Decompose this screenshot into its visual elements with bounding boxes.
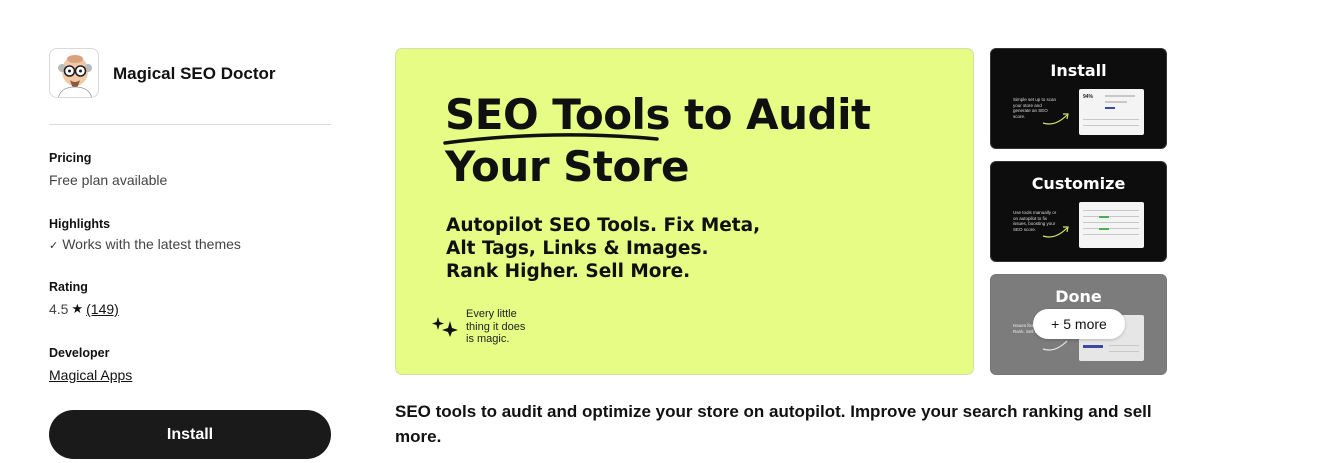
- hero-image[interactable]: SEO Tools to Audit Your Store Autopilot …: [395, 48, 974, 375]
- app-logo: [49, 48, 99, 98]
- arrow-icon: [1042, 226, 1069, 238]
- arrow-icon: [1042, 340, 1068, 351]
- hero-title-rest: to Audit: [669, 90, 871, 139]
- thumbnail-customize[interactable]: Customize Use tools manually or on autop…: [990, 161, 1167, 262]
- thumbnail-preview: [1079, 202, 1144, 248]
- sparkle-icon: [432, 317, 458, 337]
- highlights-item: ✓ Works with the latest themes: [49, 236, 241, 252]
- highlights-value: Works with the latest themes: [62, 236, 241, 252]
- thumbnail-title: Customize: [1031, 174, 1126, 193]
- rating-value: 4.5: [49, 301, 69, 317]
- highlights-label: Highlights: [49, 217, 111, 231]
- thumbnail-install[interactable]: Install Simple set up to scan your store…: [990, 48, 1167, 149]
- install-button[interactable]: Install: [49, 410, 331, 459]
- developer-link[interactable]: Magical Apps: [49, 367, 132, 383]
- pricing-value: Free plan available: [49, 172, 168, 188]
- thumbnail-preview: 94%: [1079, 89, 1144, 135]
- tagline-line3: is magic.: [466, 333, 510, 345]
- app-title: Magical SEO Doctor: [113, 64, 276, 83]
- thumbnail-title: Done: [1055, 287, 1102, 306]
- hero-tagline: Every little thing it does is magic.: [466, 308, 546, 346]
- app-description: SEO tools to audit and optimize your sto…: [395, 402, 1152, 446]
- doctor-avatar-icon: [58, 55, 92, 97]
- arrow-icon: [1042, 113, 1069, 125]
- hero-title-line2: Your Store: [445, 142, 690, 191]
- rating-label: Rating: [49, 280, 88, 294]
- check-icon: ✓: [49, 240, 59, 252]
- hero-subtitle: Autopilot SEO Tools. Fix Meta, Alt Tags,…: [446, 214, 760, 283]
- hero-sub-line2: Alt Tags, Links & Images.: [446, 238, 709, 259]
- developer-label: Developer: [49, 346, 110, 360]
- thumbnail-title: Install: [1050, 61, 1107, 80]
- more-images-button[interactable]: + 5 more: [1033, 309, 1125, 339]
- pricing-label: Pricing: [49, 151, 92, 165]
- tagline-line1: Every little: [466, 308, 517, 320]
- hero-sub-line1: Autopilot SEO Tools. Fix Meta,: [446, 215, 761, 236]
- underline-swoosh: [443, 133, 659, 145]
- rating-row: 4.5 ★ (149): [49, 301, 119, 317]
- rating-count-link[interactable]: (149): [86, 301, 119, 317]
- divider: [49, 124, 331, 125]
- star-icon: ★: [71, 301, 84, 316]
- tagline-line2: thing it does: [466, 320, 526, 333]
- hero-sub-line3: Rank Higher. Sell More.: [446, 261, 691, 282]
